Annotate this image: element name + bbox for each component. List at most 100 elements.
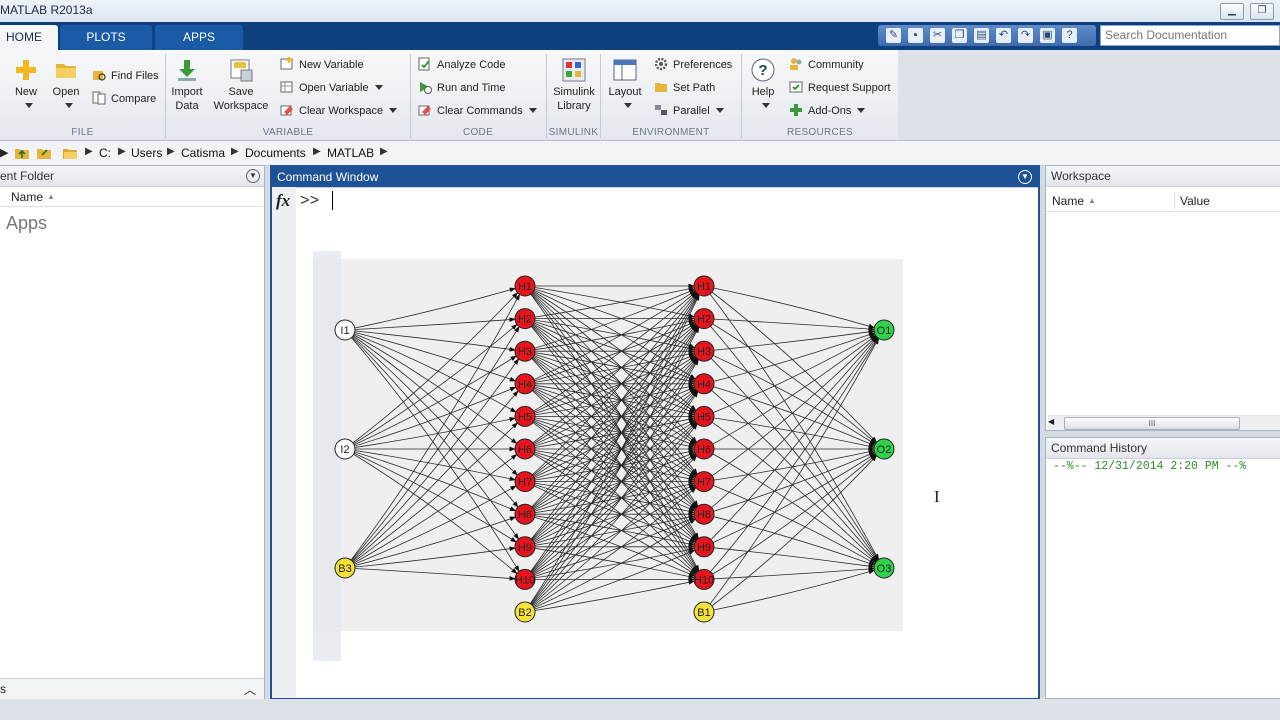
- separator: [600, 54, 601, 138]
- path-separator[interactable]: ▶: [380, 146, 388, 157]
- preferences-button[interactable]: Preferences: [654, 57, 732, 73]
- copy-icon[interactable]: ❐: [952, 28, 967, 43]
- node-label: H9: [518, 542, 532, 554]
- path-segment[interactable]: MATLAB: [327, 146, 374, 160]
- back-icon[interactable]: ▶: [0, 146, 8, 159]
- save-icon[interactable]: ▪: [908, 28, 923, 43]
- search-documentation-input[interactable]: Search Documentation: [1100, 25, 1280, 46]
- paste-icon[interactable]: ▤: [974, 28, 989, 43]
- run-and-time-button[interactable]: Run and Time: [418, 80, 505, 96]
- path-segment[interactable]: Users: [131, 146, 162, 160]
- shortcut-icon[interactable]: ✎: [886, 28, 901, 43]
- workspace-header: Workspace: [1046, 166, 1280, 187]
- add-ons-label: Add-Ons: [808, 105, 852, 117]
- path-separator: ▶: [118, 146, 126, 157]
- help-icon[interactable]: ?: [1062, 28, 1077, 43]
- layout-button[interactable]: Layout: [605, 58, 645, 113]
- path-segment[interactable]: C:: [99, 146, 111, 160]
- compare-icon: [92, 91, 106, 105]
- command-history-title: Command History: [1051, 441, 1148, 455]
- name-column-header[interactable]: Name ▲: [1046, 192, 1175, 210]
- add-ons-button[interactable]: Add-Ons: [789, 103, 866, 119]
- save-workspace-icon: [229, 58, 253, 82]
- separator: [165, 54, 166, 138]
- save-workspace-button[interactable]: Save Workspace: [210, 58, 272, 113]
- new-variable-label: New Variable: [299, 59, 364, 71]
- import-label-2: Data: [175, 100, 199, 112]
- clear-workspace-label: Clear Workspace: [299, 105, 384, 117]
- redo-icon[interactable]: ↷: [1018, 28, 1033, 43]
- path-segment[interactable]: Catisma: [181, 146, 225, 160]
- scroll-left-icon[interactable]: ◀: [1048, 417, 1054, 426]
- chevron-up-icon[interactable]: ︿: [244, 681, 256, 698]
- title-bar: MATLAB R2013a ▁ ❐: [0, 0, 1280, 23]
- node-label: H7: [518, 477, 532, 489]
- name-column-header[interactable]: Name ▲: [0, 188, 264, 207]
- tab-apps[interactable]: APPS: [155, 25, 243, 50]
- mouse-cursor-icon: I: [934, 487, 940, 506]
- clear-commands-button[interactable]: Clear Commands: [418, 103, 537, 119]
- node-h4: H4: [514, 373, 536, 395]
- simulink-library-icon: [562, 58, 586, 82]
- text-cursor[interactable]: [332, 191, 333, 210]
- node-label: B2: [518, 607, 531, 619]
- cut-icon[interactable]: ✂: [930, 28, 945, 43]
- tab-plots[interactable]: PLOTS: [60, 25, 152, 50]
- minimize-button[interactable]: ▁: [1220, 3, 1244, 20]
- node-h3: H3: [514, 340, 536, 362]
- scroll-thumb[interactable]: III: [1064, 417, 1240, 430]
- community-button[interactable]: Community: [789, 57, 864, 73]
- request-support-button[interactable]: Request Support: [789, 80, 891, 96]
- switch-windows-icon[interactable]: ▣: [1040, 28, 1055, 43]
- panel-menu-icon[interactable]: ▼: [246, 169, 260, 183]
- layout-icon: [613, 58, 637, 82]
- path-segment[interactable]: Documents: [245, 146, 306, 160]
- community-label: Community: [808, 59, 864, 71]
- simulink-library-button[interactable]: Simulink Library: [550, 58, 598, 113]
- import-label-1: Import: [171, 86, 203, 98]
- clear-workspace-button[interactable]: Clear Workspace: [280, 103, 398, 119]
- up-folder-icon[interactable]: [14, 145, 30, 164]
- function-browser-icon[interactable]: fx: [276, 191, 290, 211]
- import-data-button[interactable]: Import Data: [168, 58, 206, 113]
- details-bar[interactable]: s ︿: [0, 678, 264, 700]
- help-button[interactable]: ? Help: [748, 58, 778, 113]
- restore-button[interactable]: ❐: [1250, 3, 1274, 20]
- node-label: H5: [518, 411, 532, 423]
- run-and-time-icon: [418, 80, 432, 94]
- node-label: I1: [340, 325, 349, 337]
- new-variable-button[interactable]: New Variable: [280, 57, 364, 73]
- current-folder-title: ent Folder: [0, 169, 55, 183]
- value-column-header[interactable]: Value: [1180, 192, 1210, 210]
- quick-access-toolbar: ✎ ▪ ✂ ❐ ▤ ↶ ↷ ▣ ?: [878, 25, 1096, 46]
- node-h2: H2: [693, 308, 715, 330]
- set-path-button[interactable]: Set Path: [654, 80, 715, 96]
- browse-folder-icon[interactable]: [36, 145, 52, 164]
- open-variable-button[interactable]: Open Variable: [280, 80, 383, 96]
- analyze-code-button[interactable]: Analyze Code: [418, 57, 506, 73]
- list-item[interactable]: Apps: [6, 213, 47, 234]
- gutter: [272, 187, 296, 698]
- node-label: H8: [518, 509, 532, 521]
- path-separator: ▶: [167, 146, 175, 157]
- parallel-button[interactable]: Parallel: [654, 103, 724, 119]
- undo-icon[interactable]: ↶: [996, 28, 1011, 43]
- tab-home[interactable]: HOME: [0, 25, 58, 50]
- panel-menu-icon[interactable]: ▼: [1018, 170, 1032, 184]
- history-entry[interactable]: --%-- 12/31/2014 2:20 PM --%: [1053, 460, 1246, 473]
- node-h8: H8: [693, 503, 715, 525]
- node-b1: B1: [693, 601, 715, 623]
- horizontal-scrollbar[interactable]: ◀ III: [1048, 415, 1280, 430]
- new-button[interactable]: New: [8, 58, 44, 113]
- node-label: H7: [697, 477, 711, 489]
- command-window-header: Command Window ▼: [272, 167, 1038, 188]
- open-button[interactable]: Open: [48, 58, 84, 113]
- command-window-panel[interactable]: Command Window ▼ fx >> I1 I2 B3 H1 H2 H3 H4 H5 H…: [270, 165, 1040, 700]
- find-files-button[interactable]: Find Files: [92, 68, 159, 84]
- node-label: H10: [515, 574, 535, 586]
- tab-plots-label: PLOTS: [86, 30, 126, 44]
- node-h5: H5: [693, 405, 715, 427]
- name-column-label: Name: [1052, 194, 1085, 208]
- compare-button[interactable]: Compare: [92, 91, 156, 107]
- figure-left-strip: [313, 251, 341, 661]
